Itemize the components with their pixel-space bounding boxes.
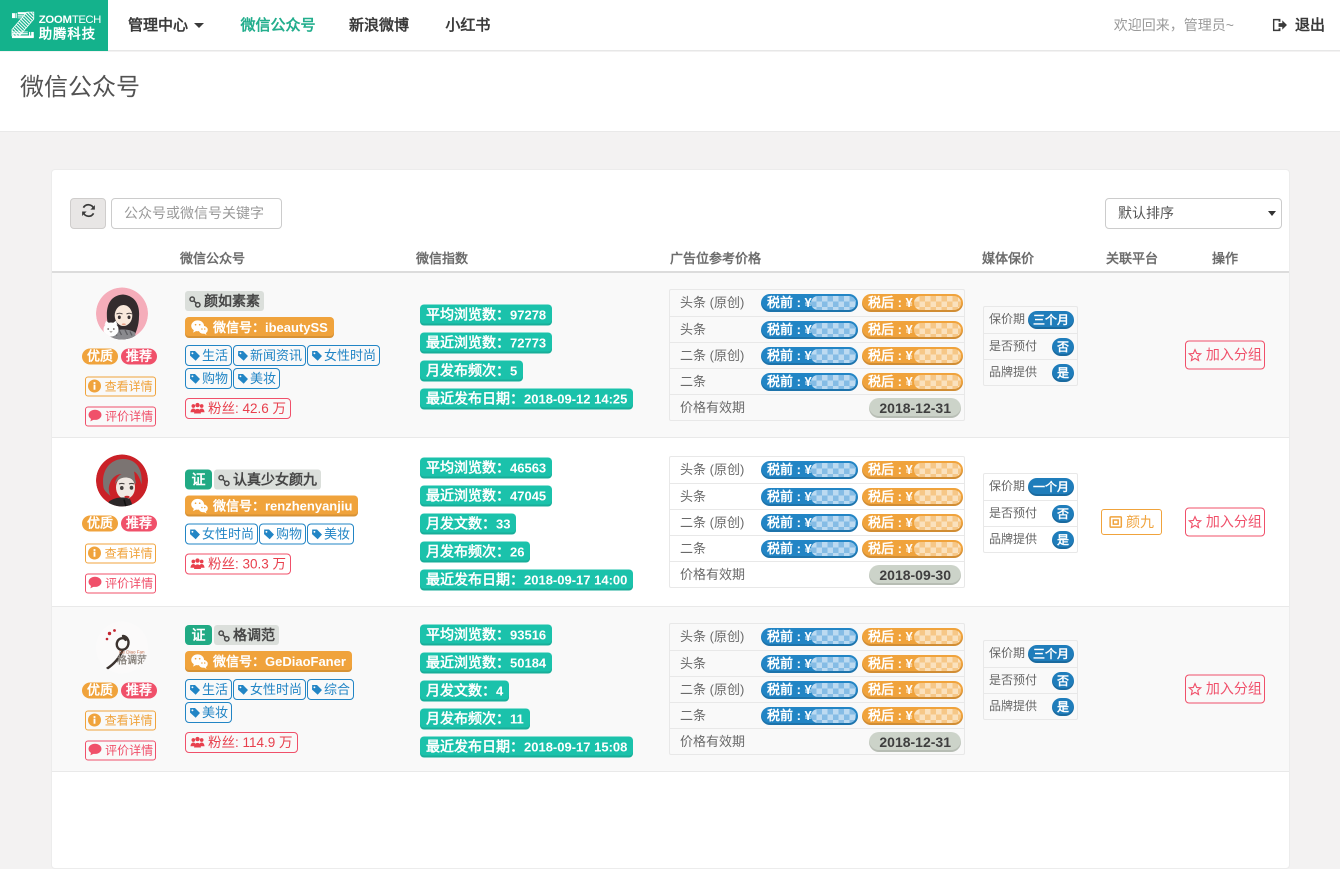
svg-text:ZOOM: ZOOM [39, 13, 72, 25]
svg-text:TECH: TECH [72, 13, 101, 25]
svg-text:助腾科技: 助腾科技 [39, 25, 96, 41]
svg-text:Ge Diao Fan: Ge Diao Fan [119, 650, 145, 655]
svg-text:格调范: 格调范 [117, 654, 147, 667]
